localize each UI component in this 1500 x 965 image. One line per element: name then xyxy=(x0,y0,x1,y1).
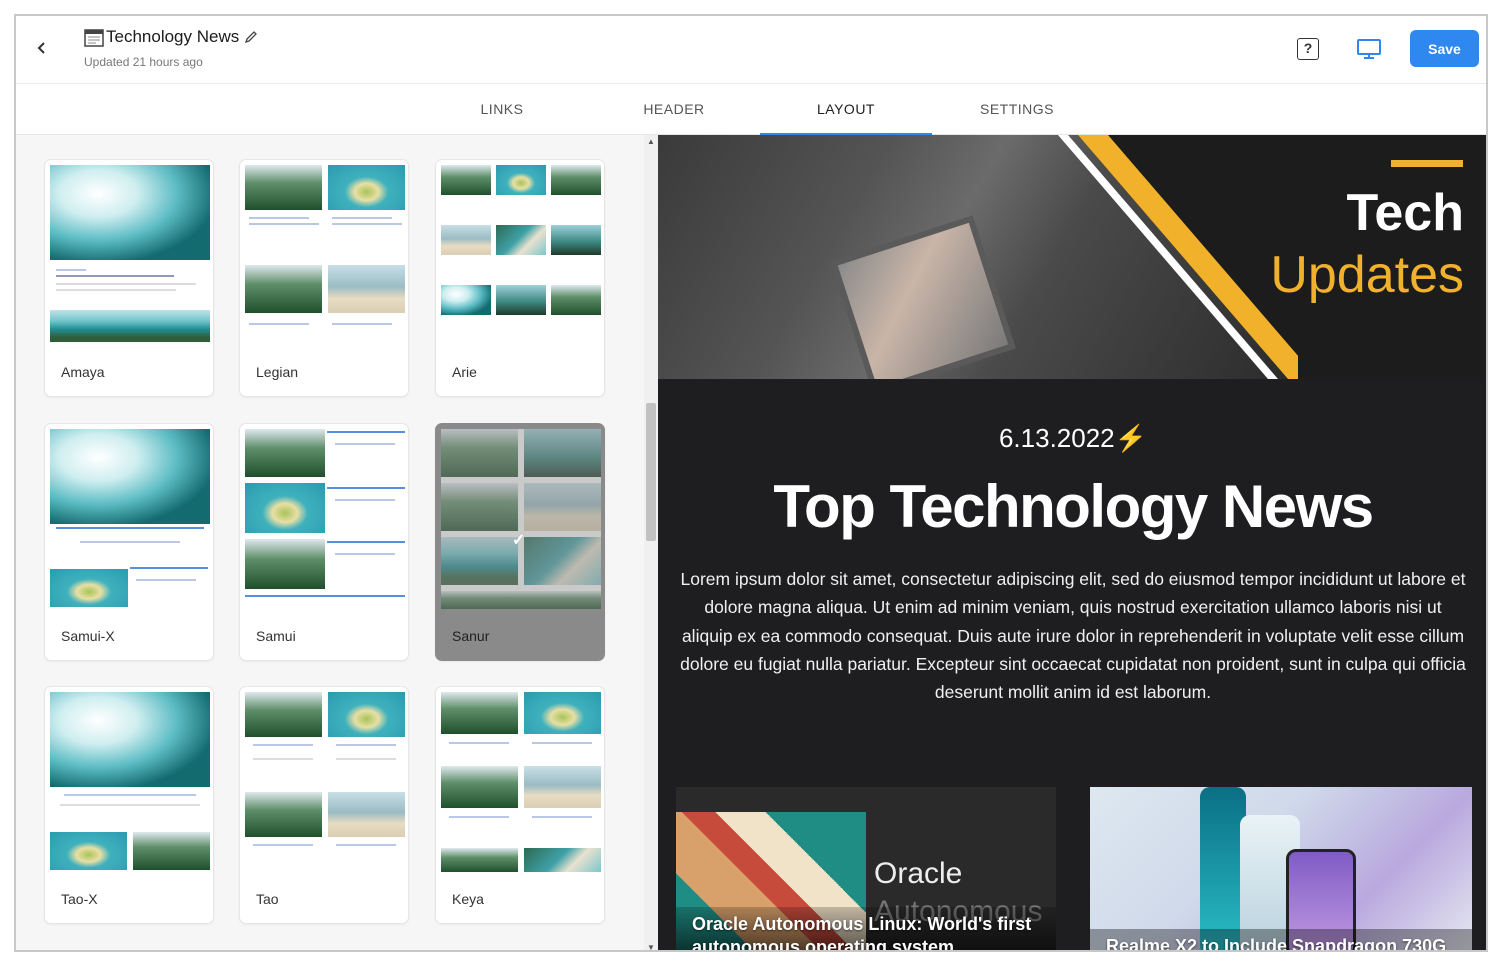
layout-card-samui[interactable]: Samui xyxy=(239,423,409,661)
newsletter-headline: Top Technology News xyxy=(773,473,1374,540)
article-caption[interactable]: Realme X2 to Include Snapdragon 730G xyxy=(1090,929,1472,950)
layout-name: Arie xyxy=(452,364,477,380)
scroll-down-arrow-icon[interactable]: ▼ xyxy=(647,943,655,950)
layout-gallery: Amaya Legian Arie Samui-X Samui ✓ Sanur … xyxy=(16,135,658,950)
newsletter-preview: Tech Updates 6.13.2022⚡ Top Technology N… xyxy=(658,135,1486,950)
layout-card-tao[interactable]: Tao xyxy=(239,686,409,924)
tab-header[interactable]: HEADER xyxy=(588,84,760,135)
layout-card-sanur[interactable]: ✓ Sanur xyxy=(435,423,605,661)
layout-card-samui-x[interactable]: Samui-X xyxy=(44,423,214,661)
article-card[interactable]: Oracle Autonomous Oracle Autonomous Linu… xyxy=(676,787,1056,950)
layout-thumbnail xyxy=(441,692,601,872)
top-bar: Technology News Updated 21 hours ago ? S… xyxy=(16,16,1486,84)
layout-name: Amaya xyxy=(61,364,105,380)
back-button[interactable] xyxy=(32,36,52,60)
layout-card-legian[interactable]: Legian xyxy=(239,159,409,397)
newsletter-icon xyxy=(84,29,104,47)
layout-thumbnail xyxy=(245,165,405,345)
chevron-left-icon xyxy=(37,42,45,54)
hero-title-line1: Tech xyxy=(1346,184,1464,242)
newsletter-intro: Lorem ipsum dolor sit amet, consectetur … xyxy=(680,569,1466,703)
accent-bar xyxy=(1391,160,1463,167)
selected-check-icon: ✓ xyxy=(512,532,526,549)
layout-name: Tao-X xyxy=(61,891,98,907)
scroll-thumb[interactable] xyxy=(646,403,656,541)
tab-bar: LINKS HEADER LAYOUT SETTINGS xyxy=(16,84,1486,136)
pencil-icon[interactable] xyxy=(243,29,259,45)
layout-thumbnail xyxy=(50,429,210,609)
layout-name: Samui-X xyxy=(61,628,115,644)
issue-date-text: 6.13.2022 xyxy=(998,423,1115,453)
layout-name: Legian xyxy=(256,364,299,380)
updated-timestamp: Updated 21 hours ago xyxy=(84,55,203,69)
layout-thumbnail xyxy=(441,429,601,609)
article-caption[interactable]: Oracle Autonomous Linux: World's first a… xyxy=(676,907,1056,950)
layout-name: Keya xyxy=(452,891,484,907)
layout-gallery-scrollbar[interactable]: ▲ ▼ xyxy=(644,135,658,950)
layout-card-keya[interactable]: Keya xyxy=(435,686,605,924)
article-image-text: Oracle xyxy=(874,857,963,890)
save-button[interactable]: Save xyxy=(1410,30,1479,67)
lightning-icon: ⚡ xyxy=(1114,423,1148,453)
layout-thumbnail xyxy=(50,165,210,345)
tab-layout[interactable]: LAYOUT xyxy=(760,84,932,136)
tab-links[interactable]: LINKS xyxy=(416,84,588,135)
layout-thumbnail xyxy=(245,692,405,872)
layout-card-amaya[interactable]: Amaya xyxy=(44,159,214,397)
tab-settings[interactable]: SETTINGS xyxy=(931,84,1103,135)
layout-thumbnail xyxy=(50,692,210,872)
hero-title-line2: Updates xyxy=(1270,246,1464,304)
layout-name: Tao xyxy=(256,891,279,907)
help-button[interactable]: ? xyxy=(1297,38,1319,60)
app-window: Technology News Updated 21 hours ago ? S… xyxy=(14,14,1488,952)
layout-name: Sanur xyxy=(452,628,490,644)
layout-thumbnail xyxy=(441,165,601,345)
layout-thumbnail xyxy=(245,429,405,609)
hero-banner: Tech Updates xyxy=(658,135,1486,379)
layout-name: Samui xyxy=(256,628,296,644)
desktop-preview-icon[interactable] xyxy=(1356,38,1382,60)
article-card[interactable]: Realme X2 to Include Snapdragon 730G xyxy=(1090,787,1472,950)
document-title[interactable]: Technology News xyxy=(106,27,239,47)
issue-date: 6.13.2022⚡ xyxy=(658,423,1486,454)
scroll-up-arrow-icon[interactable]: ▲ xyxy=(647,137,655,146)
layout-card-arie[interactable]: Arie xyxy=(435,159,605,397)
layout-card-tao-x[interactable]: Tao-X xyxy=(44,686,214,924)
